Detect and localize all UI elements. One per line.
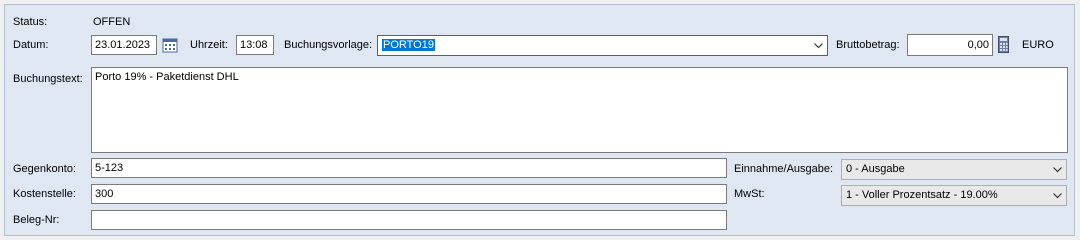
- calculator-icon[interactable]: [998, 36, 1009, 56]
- einnahme-ausgabe-label: Einnahme/Ausgabe:: [734, 163, 834, 175]
- einnahme-ausgabe-value: 0 - Ausgabe: [846, 163, 905, 175]
- buchungstext-label: Buchungstext:: [13, 73, 83, 85]
- status-value: OFFEN: [93, 16, 131, 28]
- buchungsvorlage-label: Buchungsvorlage:: [284, 39, 373, 51]
- beleg-nr-label: Beleg-Nr:: [13, 214, 60, 226]
- currency-label: EURO: [1022, 39, 1054, 51]
- gegenkonto-label: Gegenkonto:: [13, 163, 76, 175]
- booking-form-panel: Status: OFFEN Datum: 23.01.2023 Uhrzeit:…: [4, 4, 1075, 236]
- bruttobetrag-field[interactable]: 0,00: [907, 34, 993, 56]
- gegenkonto-field[interactable]: 5-123: [91, 158, 727, 178]
- datum-label: Datum:: [13, 39, 49, 51]
- mwst-value: 1 - Voller Prozentsatz - 19.00%: [846, 189, 998, 201]
- kostenstelle-label: Kostenstelle:: [13, 188, 76, 200]
- status-label: Status:: [13, 16, 48, 28]
- mwst-label: MwSt:: [734, 188, 765, 200]
- calendar-icon[interactable]: [162, 37, 178, 56]
- mwst-select[interactable]: 1 - Voller Prozentsatz - 19.00%: [841, 185, 1067, 206]
- beleg-nr-field[interactable]: [91, 210, 727, 230]
- uhrzeit-field[interactable]: 13:08: [236, 35, 274, 55]
- buchungstext-field[interactable]: Porto 19% - Paketdienst DHL: [91, 67, 1068, 153]
- einnahme-ausgabe-select[interactable]: 0 - Ausgabe: [841, 159, 1067, 180]
- uhrzeit-label: Uhrzeit:: [190, 39, 228, 51]
- datum-field[interactable]: 23.01.2023: [91, 35, 157, 55]
- buchungsvorlage-value: PORTO19: [382, 39, 435, 51]
- kostenstelle-field[interactable]: 300: [91, 184, 727, 204]
- buchungsvorlage-select[interactable]: PORTO19: [377, 35, 828, 56]
- chevron-down-icon[interactable]: [1051, 160, 1063, 179]
- chevron-down-icon[interactable]: [812, 36, 824, 55]
- chevron-down-icon[interactable]: [1051, 186, 1063, 205]
- bruttobetrag-label: Bruttobetrag:: [836, 39, 900, 51]
